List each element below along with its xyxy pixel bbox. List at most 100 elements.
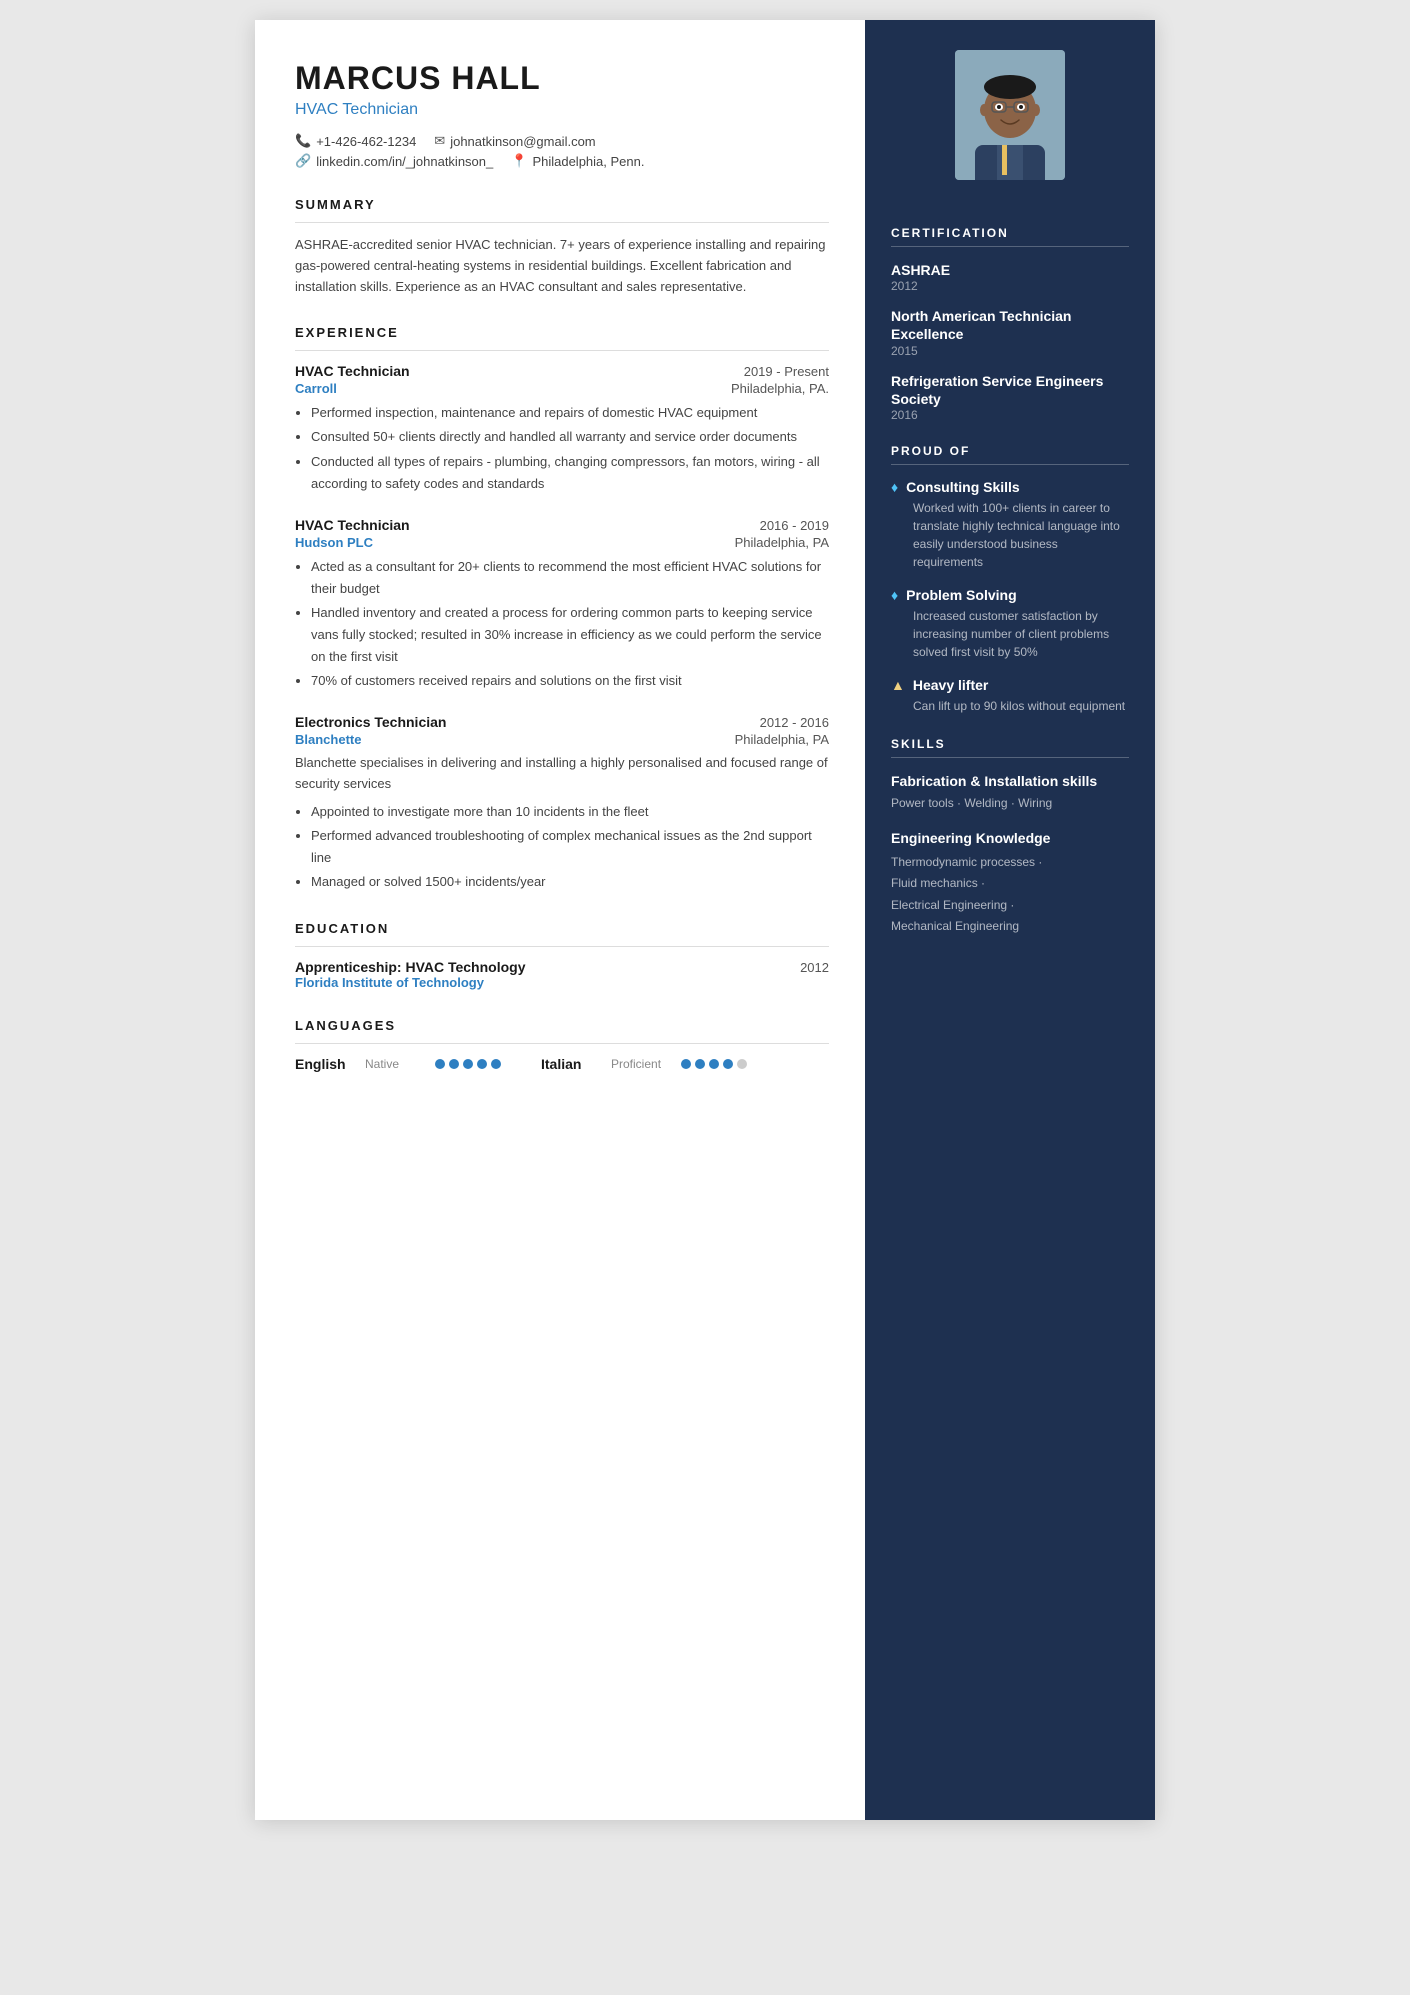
cert-2: North American Technician Excellence 201…	[891, 307, 1129, 357]
proud-1: ♦ Consulting Skills Worked with 100+ cli…	[891, 479, 1129, 571]
dot-5	[491, 1059, 501, 1069]
contact-row-1: 📞 +1-426-462-1234 ✉ johnatkinson@gmail.c…	[295, 133, 829, 149]
job-1-bullets: Performed inspection, maintenance and re…	[295, 402, 829, 494]
linkedin-url: linkedin.com/in/_johnatkinson_	[316, 154, 493, 169]
job-3-location: Philadelphia, PA	[735, 732, 829, 747]
dot-i5	[737, 1059, 747, 1069]
cert-1-year: 2012	[891, 279, 1129, 293]
skill-sub-2: Fluid mechanics ·	[891, 873, 1129, 895]
location-contact: 📍 Philadelphia, Penn.	[511, 153, 644, 169]
dot-3	[463, 1059, 473, 1069]
job-2-title: HVAC Technician	[295, 517, 410, 533]
job-3-company-row: Blanchette Philadelphia, PA	[295, 732, 829, 747]
profile-photo	[955, 50, 1065, 180]
education-divider	[295, 946, 829, 947]
cert-1-name: ASHRAE	[891, 261, 1129, 279]
skill-group-2: Engineering Knowledge Thermodynamic proc…	[891, 829, 1129, 938]
job-2-company: Hudson PLC	[295, 535, 373, 550]
lang-english-dots	[435, 1059, 501, 1069]
job-1-title: HVAC Technician	[295, 363, 410, 379]
job-2: HVAC Technician 2016 - 2019 Hudson PLC P…	[295, 517, 829, 693]
lang-english: English Native	[295, 1056, 501, 1072]
job-1-company: Carroll	[295, 381, 337, 396]
job-3-bullet-2: Performed advanced troubleshooting of co…	[311, 825, 829, 869]
email-contact: ✉ johnatkinson@gmail.com	[434, 133, 595, 149]
skill-group-1-name: Fabrication & Installation skills	[891, 772, 1129, 790]
job-3-title: Electronics Technician	[295, 714, 446, 730]
experience-title: EXPERIENCE	[295, 325, 829, 340]
proud-3-icon: ▲	[891, 677, 905, 693]
job-3-bullet-1: Appointed to investigate more than 10 in…	[311, 801, 829, 823]
photo-container	[891, 20, 1129, 204]
proud-3: ▲ Heavy lifter Can lift up to 90 kilos w…	[891, 677, 1129, 715]
job-2-dates: 2016 - 2019	[760, 518, 829, 533]
dot-4	[477, 1059, 487, 1069]
job-2-bullet-3: 70% of customers received repairs and so…	[311, 670, 829, 692]
skill-group-1-tags: Power tools · Welding · Wiring	[891, 794, 1129, 813]
edu-degree: Apprenticeship: HVAC Technology	[295, 959, 526, 975]
cert-1: ASHRAE 2012	[891, 261, 1129, 293]
languages-divider	[295, 1043, 829, 1044]
summary-title: SUMMARY	[295, 197, 829, 212]
job-2-bullets: Acted as a consultant for 20+ clients to…	[295, 556, 829, 693]
lang-italian-level: Proficient	[611, 1057, 671, 1071]
linkedin-contact: 🔗 linkedin.com/in/_johnatkinson_	[295, 153, 493, 169]
location-icon: 📍	[511, 153, 527, 169]
experience-divider	[295, 350, 829, 351]
job-2-location: Philadelphia, PA	[735, 535, 829, 550]
contact-row-2: 🔗 linkedin.com/in/_johnatkinson_ 📍 Phila…	[295, 153, 829, 169]
job-2-bullet-1: Acted as a consultant for 20+ clients to…	[311, 556, 829, 600]
job-1-header: HVAC Technician 2019 - Present	[295, 363, 829, 379]
proud-1-icon: ♦	[891, 479, 898, 495]
dot-i1	[681, 1059, 691, 1069]
cert-2-year: 2015	[891, 344, 1129, 358]
skill-sub-items: Thermodynamic processes · Fluid mechanic…	[891, 852, 1129, 938]
job-3-bullets: Appointed to investigate more than 10 in…	[295, 801, 829, 893]
email-address: johnatkinson@gmail.com	[450, 134, 595, 149]
cert-3: Refrigeration Service Engineers Society …	[891, 372, 1129, 422]
proud-of-section: PROUD OF ♦ Consulting Skills Worked with…	[891, 444, 1129, 715]
lang-italian: Italian Proficient	[541, 1056, 747, 1072]
proud-2-icon: ♦	[891, 587, 898, 603]
languages-section: LANGUAGES English Native Italian	[295, 1018, 829, 1072]
location-text: Philadelphia, Penn.	[532, 154, 644, 169]
proud-1-header: ♦ Consulting Skills	[891, 479, 1129, 495]
languages-title: LANGUAGES	[295, 1018, 829, 1033]
edu-year: 2012	[800, 960, 829, 975]
job-3-company: Blanchette	[295, 732, 361, 747]
proud-1-title: Consulting Skills	[906, 479, 1020, 495]
certification-title: CERTIFICATION	[891, 226, 1129, 247]
certification-section: CERTIFICATION ASHRAE 2012 North American…	[891, 226, 1129, 422]
cert-2-name: North American Technician Excellence	[891, 307, 1129, 343]
job-3-header: Electronics Technician 2012 - 2016	[295, 714, 829, 730]
email-icon: ✉	[434, 133, 445, 149]
education-section: EDUCATION Apprenticeship: HVAC Technolog…	[295, 921, 829, 990]
job-2-company-row: Hudson PLC Philadelphia, PA	[295, 535, 829, 550]
summary-divider	[295, 222, 829, 223]
job-3-bullet-3: Managed or solved 1500+ incidents/year	[311, 871, 829, 893]
dot-2	[449, 1059, 459, 1069]
right-panel: CERTIFICATION ASHRAE 2012 North American…	[865, 20, 1155, 1820]
cert-3-name: Refrigeration Service Engineers Society	[891, 372, 1129, 408]
summary-text: ASHRAE-accredited senior HVAC technician…	[295, 235, 829, 297]
lang-italian-dots	[681, 1059, 747, 1069]
edu-school: Florida Institute of Technology	[295, 975, 829, 990]
cert-3-year: 2016	[891, 408, 1129, 422]
job-3-desc: Blanchette specialises in delivering and…	[295, 753, 829, 795]
dot-i4	[723, 1059, 733, 1069]
phone-number: +1-426-462-1234	[316, 134, 416, 149]
job-3: Electronics Technician 2012 - 2016 Blanc…	[295, 714, 829, 893]
job-1-bullet-1: Performed inspection, maintenance and re…	[311, 402, 829, 424]
lang-row: English Native Italian Proficient	[295, 1056, 829, 1072]
job-1-location: Philadelphia, PA.	[731, 381, 829, 396]
summary-section: SUMMARY ASHRAE-accredited senior HVAC te…	[295, 197, 829, 297]
phone-contact: 📞 +1-426-462-1234	[295, 133, 416, 149]
resume-container: MARCUS HALL HVAC Technician 📞 +1-426-462…	[255, 20, 1155, 1820]
job-1-dates: 2019 - Present	[744, 364, 829, 379]
job-2-header: HVAC Technician 2016 - 2019	[295, 517, 829, 533]
education-title: EDUCATION	[295, 921, 829, 936]
proud-of-title: PROUD OF	[891, 444, 1129, 465]
phone-icon: 📞	[295, 133, 311, 149]
job-1-bullet-3: Conducted all types of repairs - plumbin…	[311, 451, 829, 495]
job-1-bullet-2: Consulted 50+ clients directly and handl…	[311, 426, 829, 448]
